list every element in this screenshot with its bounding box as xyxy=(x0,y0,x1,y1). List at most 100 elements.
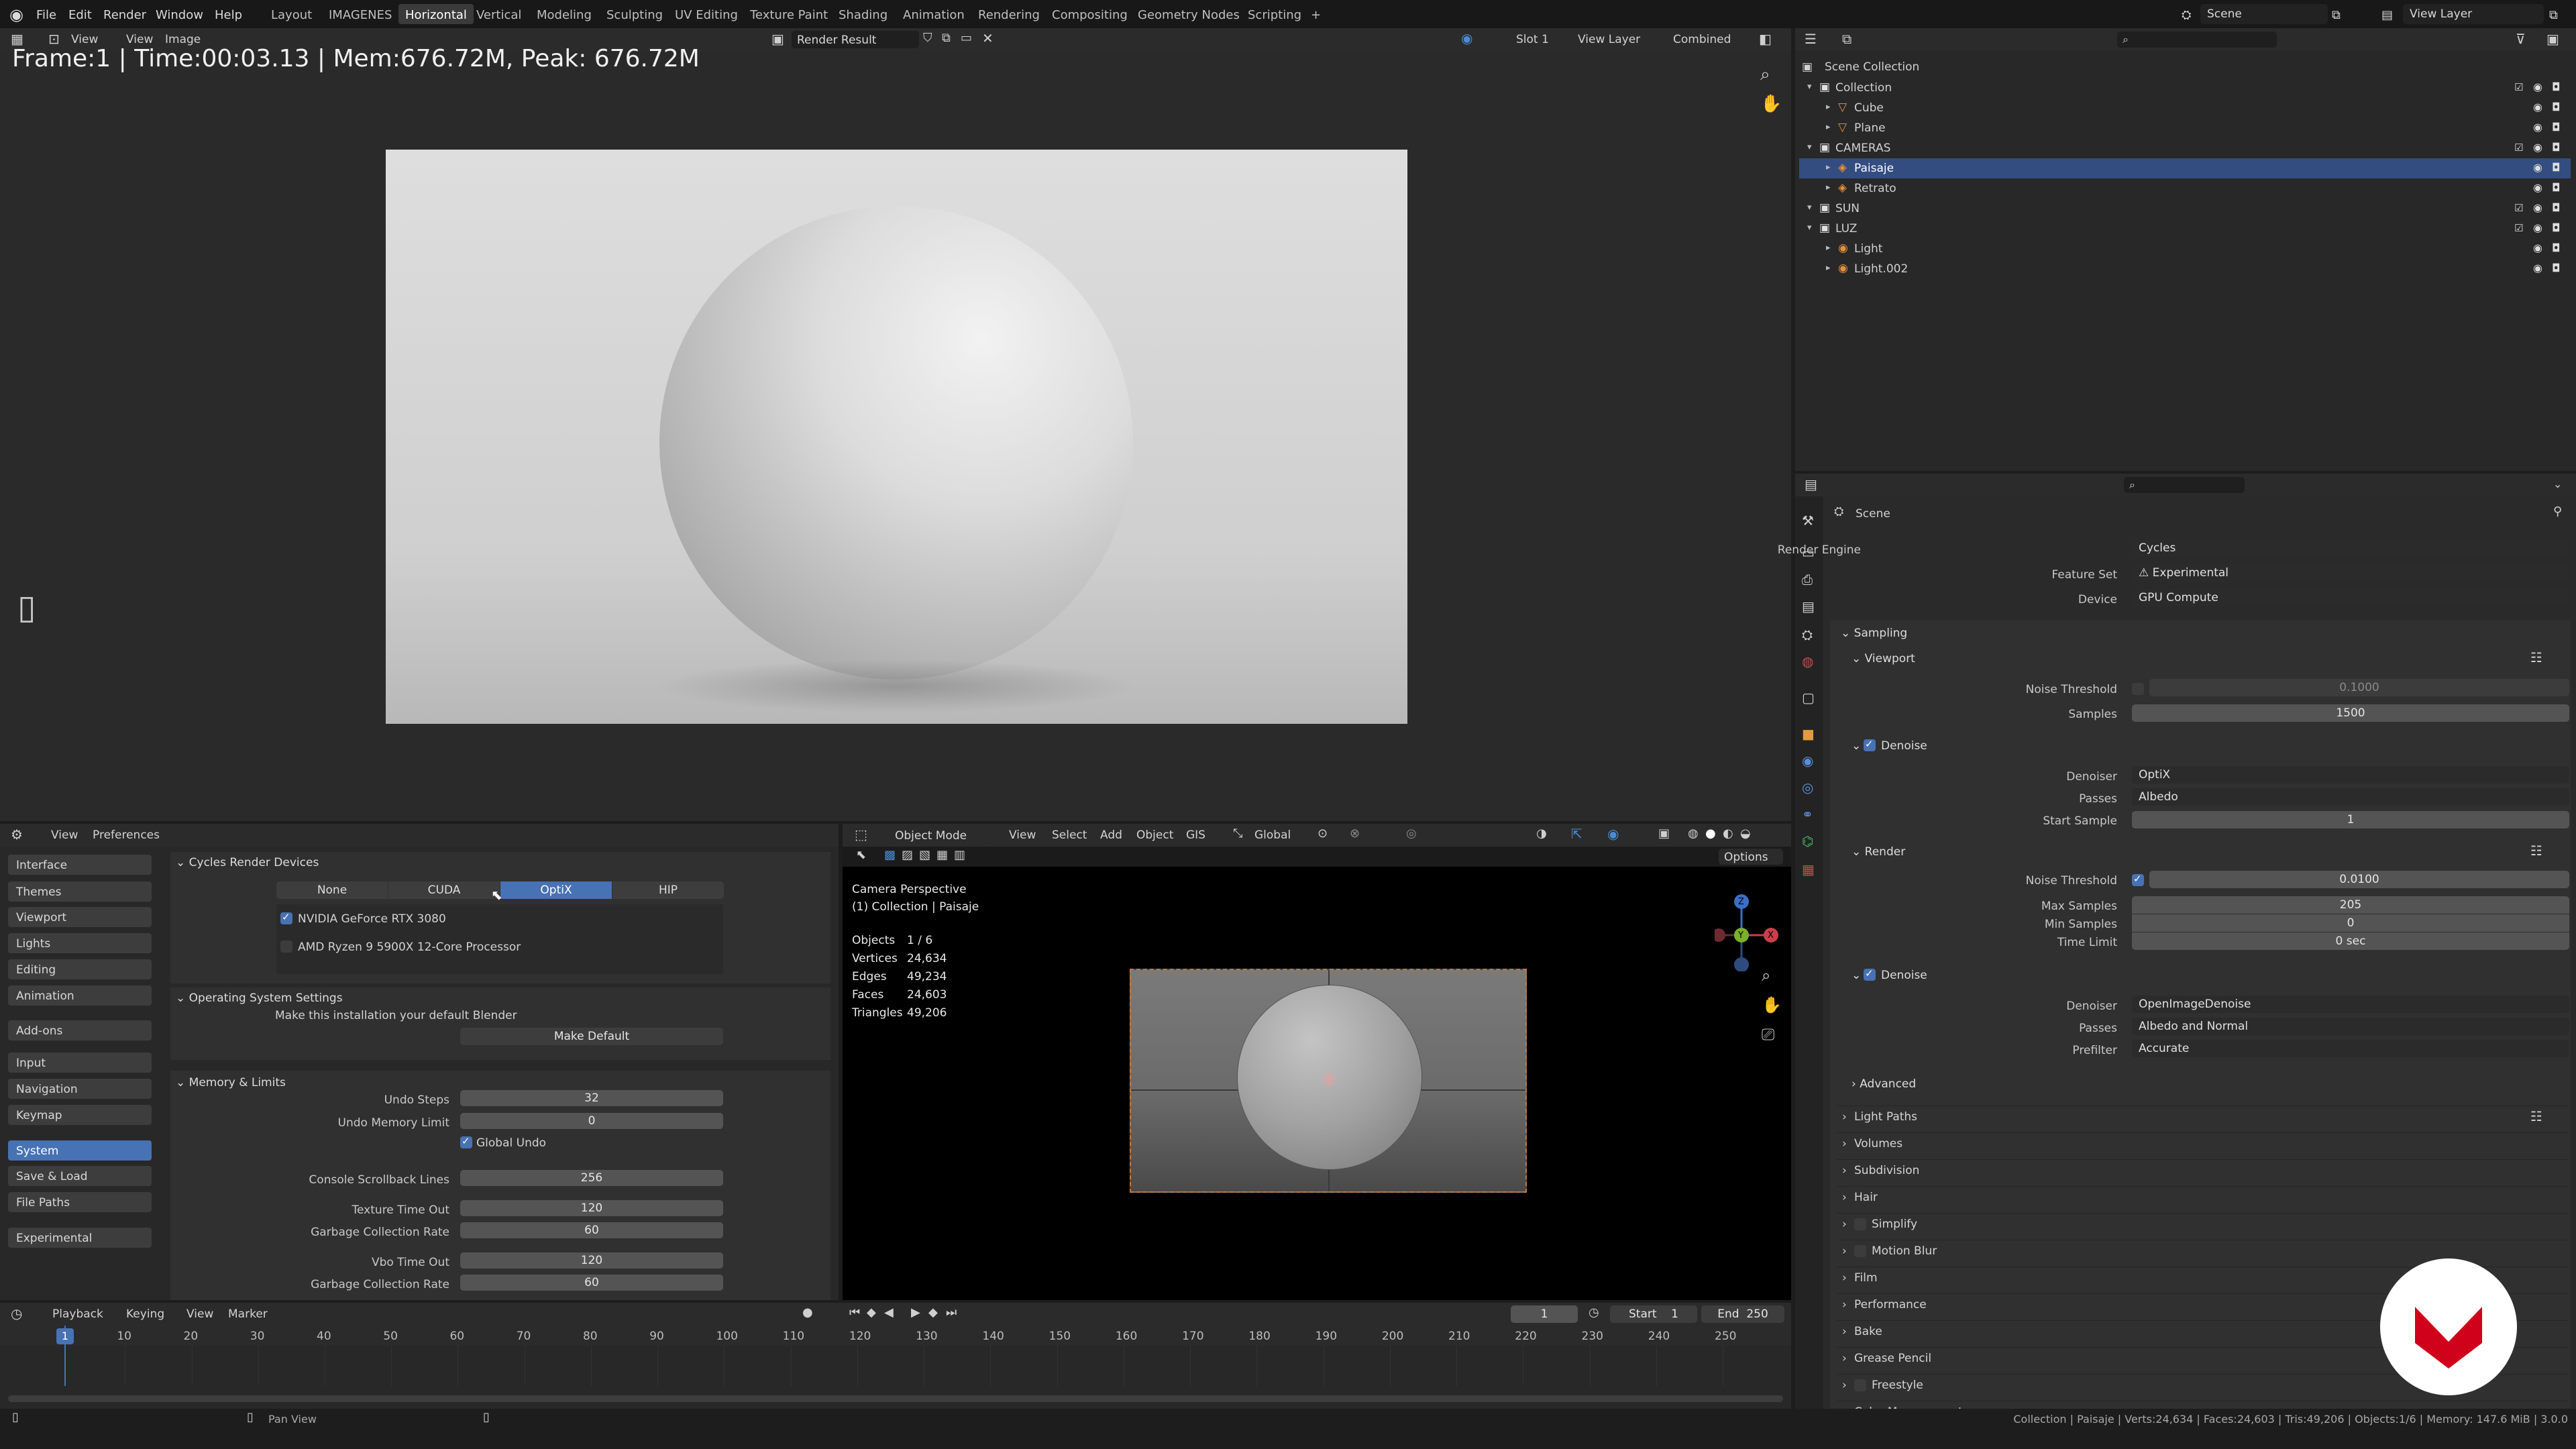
render-result-image[interactable] xyxy=(386,150,1407,724)
material-shading-icon[interactable]: ◐ xyxy=(1723,828,1733,840)
menu-playback[interactable]: Playback xyxy=(52,1309,103,1320)
jump-start-icon[interactable]: ⏮ xyxy=(849,1307,860,1319)
workspace-tab-texture-paint[interactable]: Texture Paint xyxy=(743,4,835,24)
snap-icon[interactable]: ⊗ xyxy=(1350,828,1360,840)
section-volumes[interactable]: › Volumes xyxy=(1837,1132,2568,1154)
image-name-field[interactable]: Render Result xyxy=(792,31,919,48)
device-tab-cuda[interactable]: CUDA xyxy=(388,881,500,899)
rendered-shading-icon[interactable]: ◒ xyxy=(1740,828,1751,840)
chevron-down-icon[interactable]: ▾ xyxy=(1807,203,1812,212)
menu-file[interactable]: File xyxy=(36,8,56,22)
workspace-tab-modeling[interactable]: Modeling xyxy=(530,4,598,24)
menu-preferences[interactable]: Preferences xyxy=(93,830,160,841)
outliner-row-light[interactable]: ▸ ◉ Light ◉ ◘ xyxy=(1799,239,2571,259)
chevron-right-icon[interactable]: ▸ xyxy=(1826,183,1831,192)
menu-add[interactable]: Add xyxy=(1100,830,1122,841)
menu-view[interactable]: View xyxy=(186,1309,213,1320)
vp-start-sample-field[interactable]: 1 xyxy=(2132,811,2569,828)
r-min-samples-field[interactable]: 0 xyxy=(2132,914,2569,932)
scene-selector[interactable]: Scene xyxy=(2200,4,2328,24)
include-checkbox-icon[interactable]: ☑ xyxy=(2514,143,2523,153)
workspace-tab-uv-editing[interactable]: UV Editing xyxy=(668,4,745,24)
feature-set-select[interactable]: ⚠ Experimental xyxy=(2132,564,2569,582)
camera-render-icon[interactable]: ◘ xyxy=(2552,142,2561,153)
chevron-down-icon[interactable]: ▾ xyxy=(1807,83,1812,91)
next-keyframe-icon[interactable]: ◆ xyxy=(928,1307,938,1319)
chevron-right-icon[interactable]: ▸ xyxy=(1826,123,1831,131)
vp-passes-select[interactable]: Albedo xyxy=(2132,788,2569,806)
orientation-selector[interactable]: Global xyxy=(1254,830,1291,841)
3d-viewport[interactable]: ⬚ Object Mode View Select Add Object GIS… xyxy=(843,824,1791,1300)
chevron-down-icon[interactable]: ▾ xyxy=(1807,143,1812,152)
jump-end-icon[interactable]: ⏭ xyxy=(946,1307,957,1319)
clock-icon[interactable]: ◷ xyxy=(11,1307,22,1320)
viewport-subheader[interactable]: ⌄ Viewport xyxy=(1851,653,1915,665)
presets-list-icon[interactable]: ☷ xyxy=(2530,844,2542,857)
nav-lights[interactable]: Lights xyxy=(8,933,152,953)
display-channels-icon[interactable]: ◧ xyxy=(1759,32,1772,46)
pin-icon[interactable]: ⚲ xyxy=(2553,506,2562,518)
end-frame-field[interactable]: End 250 xyxy=(1701,1305,1784,1323)
workspace-tab-shading[interactable]: Shading xyxy=(832,4,894,24)
vp-denoise-checkbox[interactable] xyxy=(1864,738,1876,751)
select-extend-icon[interactable]: ▨ xyxy=(902,849,913,861)
select-tool-icon[interactable]: ⬉ xyxy=(856,849,866,861)
menu-edit[interactable]: Edit xyxy=(68,8,92,22)
menu-view[interactable]: View xyxy=(51,830,78,841)
tool-tab-icon[interactable]: ⚒ xyxy=(1802,514,1814,527)
gc-rate-field[interactable]: 60 xyxy=(460,1222,723,1238)
gear-icon[interactable]: ⚙ xyxy=(11,828,23,841)
filter-icon[interactable]: ⊽ xyxy=(2516,32,2526,46)
collection-tab-icon[interactable]: ▢ xyxy=(1802,691,1815,704)
vbo-gc-rate-field[interactable]: 60 xyxy=(460,1275,723,1291)
menu-select[interactable]: Select xyxy=(1052,830,1087,841)
nav-save-load[interactable]: Save & Load xyxy=(8,1166,152,1186)
console-scrollback-field[interactable]: 256 xyxy=(460,1170,723,1186)
eye-icon[interactable]: ◉ xyxy=(2533,82,2542,93)
nav-themes[interactable]: Themes xyxy=(8,881,152,902)
cycles-devices-header[interactable]: ⌄ Cycles Render Devices xyxy=(176,857,319,869)
zoom-icon[interactable]: ⌕ xyxy=(1760,66,1770,83)
nav-keymap[interactable]: Keymap xyxy=(8,1105,152,1125)
outliner-row-sun[interactable]: ▾ ▣ SUN ☑ ◉ ◘ xyxy=(1799,199,2571,219)
camera-render-icon[interactable]: ◘ xyxy=(2552,203,2561,213)
workspace-tab-rendering[interactable]: Rendering xyxy=(971,4,1046,24)
modifier-tab-icon[interactable]: ◉ xyxy=(1802,754,1813,767)
r-denoise-checkbox[interactable] xyxy=(1864,967,1876,981)
world-tab-icon[interactable]: ◍ xyxy=(1802,655,1813,668)
outliner-row-cube[interactable]: ▸ ▽ Cube ◉ ◘ xyxy=(1799,98,2571,118)
nav-editing[interactable]: Editing xyxy=(8,959,152,979)
new-collection-icon[interactable]: ▣ xyxy=(2546,32,2559,46)
simplify-checkbox[interactable] xyxy=(1854,1218,1866,1230)
workspace-tab-horizontal[interactable]: Horizontal xyxy=(398,4,474,24)
outliner-row-luz[interactable]: ▾ ▣ LUZ ☑ ◉ ◘ xyxy=(1799,219,2571,239)
output-tab-icon[interactable]: ⎙ xyxy=(1802,573,1813,586)
chevron-right-icon[interactable]: ▸ xyxy=(1826,103,1831,111)
device-tab-none[interactable]: None xyxy=(276,881,388,899)
freestyle-checkbox[interactable] xyxy=(1854,1379,1866,1391)
nav-add-ons[interactable]: Add-ons xyxy=(8,1020,152,1040)
nav-navigation[interactable]: Navigation xyxy=(8,1079,152,1099)
outliner-row-paisaje[interactable]: ▸ ◈ Paisaje ◉ ◘ xyxy=(1799,158,2571,178)
undo-steps-field[interactable]: 32 xyxy=(460,1090,723,1106)
chevron-right-icon[interactable]: ▸ xyxy=(1826,163,1831,172)
device-checkbox-nvidia[interactable] xyxy=(280,911,292,924)
eye-icon[interactable]: ◉ xyxy=(2533,102,2542,113)
device-tab-hip[interactable]: HIP xyxy=(612,881,724,899)
constraints-tab-icon[interactable]: ⚭ xyxy=(1802,808,1813,821)
play-icon[interactable]: ▶ xyxy=(911,1307,920,1319)
chevron-down-icon[interactable]: ▾ xyxy=(1807,223,1812,232)
include-checkbox-icon[interactable]: ☑ xyxy=(2514,83,2523,93)
device-tab-optix[interactable]: OptiX xyxy=(500,881,612,899)
current-frame-field[interactable]: 1 xyxy=(1511,1305,1578,1323)
3d-cursor-icon[interactable]: ⊕ xyxy=(1322,1071,1336,1088)
view-mode-icon[interactable]: ⊡ xyxy=(48,32,60,46)
nav-system[interactable]: System xyxy=(8,1140,152,1161)
memory-limits-header[interactable]: ⌄ Memory & Limits xyxy=(176,1077,286,1089)
editor-type-icon[interactable]: ⬚ xyxy=(855,828,867,841)
physics-tab-icon[interactable]: ◎ xyxy=(1802,781,1813,794)
workspace-tab-compositing[interactable]: Compositing xyxy=(1045,4,1134,24)
r-denoiser-select[interactable]: OpenImageDenoise xyxy=(2132,996,2569,1013)
r-time-limit-field[interactable]: 0 sec xyxy=(2132,932,2569,950)
navigation-gizmo[interactable]: Z X Y xyxy=(1712,891,1782,972)
